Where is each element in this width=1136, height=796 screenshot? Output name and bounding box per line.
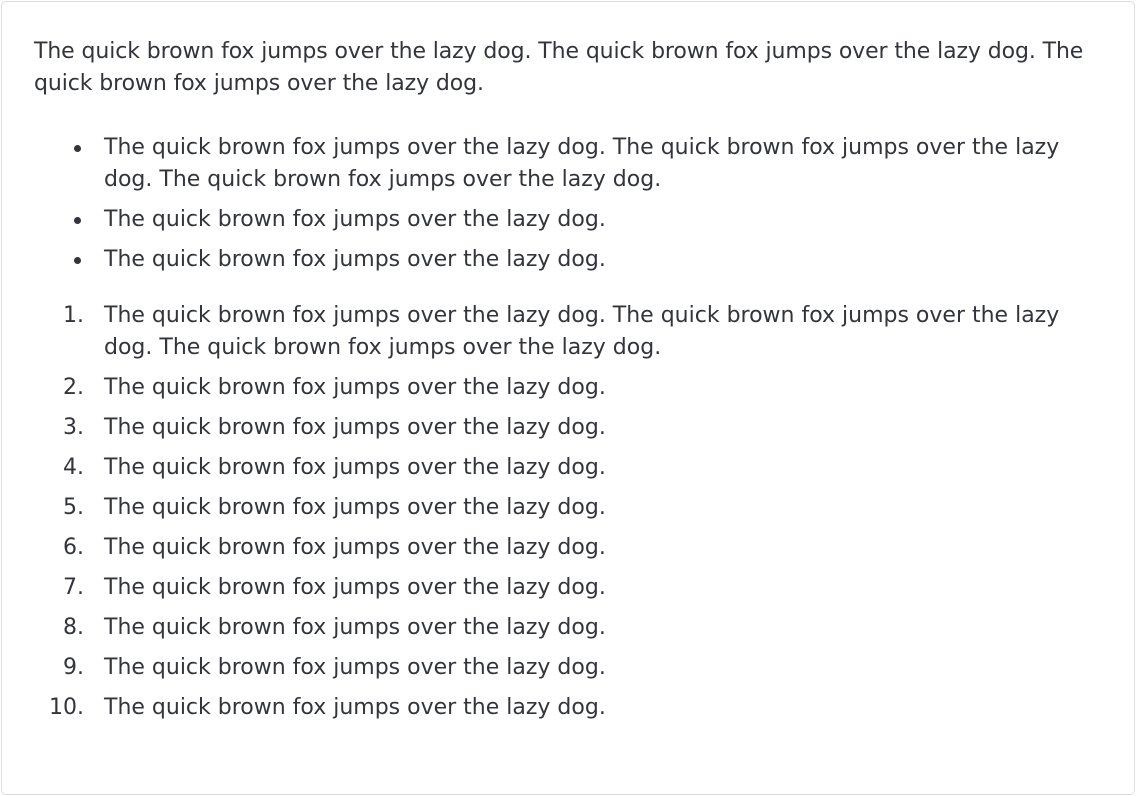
item-number: 6. xyxy=(63,535,84,560)
numbered-item-text: The quick brown fox jumps over the lazy … xyxy=(104,575,606,600)
item-number: 4. xyxy=(63,455,84,480)
item-number: 5. xyxy=(63,495,84,520)
numbered-list: 1. The quick brown fox jumps over the la… xyxy=(34,300,1102,724)
item-number: 9. xyxy=(63,655,84,680)
item-number: 8. xyxy=(63,615,84,640)
item-number: 1. xyxy=(63,303,84,328)
numbered-list-item: 8. The quick brown fox jumps over the la… xyxy=(34,612,1102,644)
numbered-list-item: 10. The quick brown fox jumps over the l… xyxy=(34,692,1102,724)
document-card: The quick brown fox jumps over the lazy … xyxy=(1,1,1135,795)
item-number: 7. xyxy=(63,575,84,600)
numbered-item-text: The quick brown fox jumps over the lazy … xyxy=(104,303,1060,360)
numbered-list-item: 1. The quick brown fox jumps over the la… xyxy=(34,300,1102,364)
numbered-item-text: The quick brown fox jumps over the lazy … xyxy=(104,615,606,640)
bullet-icon xyxy=(74,145,81,152)
intro-paragraph: The quick brown fox jumps over the lazy … xyxy=(34,39,1084,96)
numbered-item-text: The quick brown fox jumps over the lazy … xyxy=(104,695,606,720)
item-number: 10. xyxy=(49,695,84,720)
numbered-list-item: 2. The quick brown fox jumps over the la… xyxy=(34,372,1102,404)
bullet-item-text: The quick brown fox jumps over the lazy … xyxy=(104,247,606,272)
numbered-list-item: 3. The quick brown fox jumps over the la… xyxy=(34,412,1102,444)
numbered-item-text: The quick brown fox jumps over the lazy … xyxy=(104,655,606,680)
bullet-icon xyxy=(74,257,81,264)
numbered-item-text: The quick brown fox jumps over the lazy … xyxy=(104,495,606,520)
bullet-item-text: The quick brown fox jumps over the lazy … xyxy=(104,207,606,232)
numbered-item-text: The quick brown fox jumps over the lazy … xyxy=(104,535,606,560)
numbered-list-item: 4. The quick brown fox jumps over the la… xyxy=(34,452,1102,484)
bullet-list-item: The quick brown fox jumps over the lazy … xyxy=(34,244,1102,276)
numbered-item-text: The quick brown fox jumps over the lazy … xyxy=(104,375,606,400)
bullet-item-text: The quick brown fox jumps over the lazy … xyxy=(104,135,1060,192)
numbered-item-text: The quick brown fox jumps over the lazy … xyxy=(104,415,606,440)
numbered-item-text: The quick brown fox jumps over the lazy … xyxy=(104,455,606,480)
bullet-list-item: The quick brown fox jumps over the lazy … xyxy=(34,204,1102,236)
bullet-list: The quick brown fox jumps over the lazy … xyxy=(34,132,1102,276)
numbered-list-item: 5. The quick brown fox jumps over the la… xyxy=(34,492,1102,524)
item-number: 2. xyxy=(63,375,84,400)
numbered-list-item: 9. The quick brown fox jumps over the la… xyxy=(34,652,1102,684)
numbered-list-item: 7. The quick brown fox jumps over the la… xyxy=(34,572,1102,604)
item-number: 3. xyxy=(63,415,84,440)
bullet-list-item: The quick brown fox jumps over the lazy … xyxy=(34,132,1102,196)
numbered-list-item: 6. The quick brown fox jumps over the la… xyxy=(34,532,1102,564)
bullet-icon xyxy=(74,217,81,224)
